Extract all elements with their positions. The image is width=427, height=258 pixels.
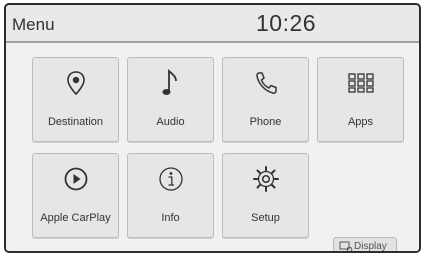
grid-icon [318, 68, 403, 98]
info-label: Info [161, 212, 180, 224]
info-button[interactable]: Info [127, 153, 214, 238]
screen-title: Menu [12, 15, 55, 34]
audio-button[interactable]: Audio [127, 57, 214, 142]
setup-label: Setup [251, 212, 280, 224]
display-icon [339, 240, 353, 251]
play-circle-icon [33, 164, 118, 194]
header-bar: Menu 10:26 [6, 5, 419, 43]
clock: 10:26 [256, 10, 317, 36]
screen-frame: Menu 10:26 Destination Audio Phone Apps … [4, 3, 421, 253]
audio-label: Audio [156, 116, 185, 128]
gear-icon [223, 164, 308, 194]
display-label: Display [354, 241, 387, 252]
phone-label: Phone [249, 116, 282, 128]
map-pin-icon [33, 68, 118, 98]
apple-carplay-label: Apple CarPlay [40, 212, 111, 224]
display-button[interactable]: Display [333, 237, 397, 252]
phone-button[interactable]: Phone [222, 57, 309, 142]
destination-label: Destination [47, 116, 104, 128]
apps-button[interactable]: Apps [317, 57, 404, 142]
music-note-icon [128, 68, 213, 98]
setup-button[interactable]: Setup [222, 153, 309, 238]
phone-icon [223, 68, 308, 98]
apps-label: Apps [347, 116, 374, 128]
destination-button[interactable]: Destination [32, 57, 119, 142]
apple-carplay-button[interactable]: Apple CarPlay [32, 153, 119, 238]
info-icon [128, 164, 213, 194]
menu-grid: Destination Audio Phone Apps Apple CarPl… [6, 43, 419, 251]
